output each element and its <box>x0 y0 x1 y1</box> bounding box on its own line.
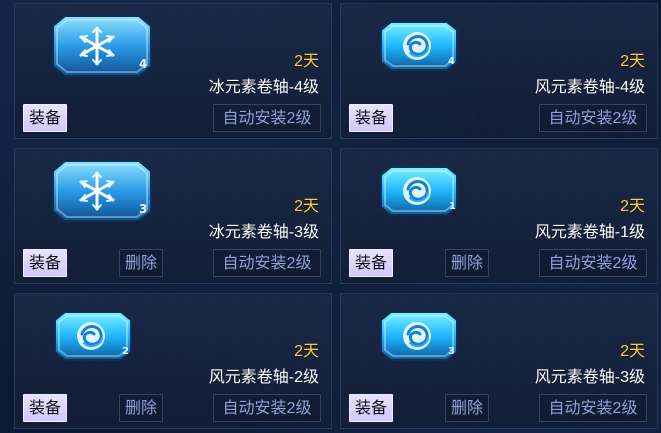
item-name: 风元素卷轴-2级 <box>208 369 319 386</box>
wind-scroll-icon: 4 <box>373 20 465 72</box>
ice-emblem-icon: 4 <box>52 15 152 77</box>
equip-button[interactable]: 装备 <box>23 104 67 132</box>
level-badge: 1 <box>449 201 456 212</box>
delete-button[interactable]: 删除 <box>445 394 489 422</box>
auto-install-button[interactable]: 自动安装2级 <box>539 104 647 132</box>
wind-emblem-icon: 4 <box>380 21 458 71</box>
auto-install-button[interactable]: 自动安装2级 <box>539 249 647 277</box>
level-badge: 3 <box>139 202 147 216</box>
ice-scroll-icon: 3 <box>43 159 161 223</box>
auto-install-button[interactable]: 自动安装2级 <box>213 394 321 422</box>
equip-button[interactable]: 装备 <box>349 104 393 132</box>
scroll-card-4: 1 2天 风元素卷轴-1级 装备 删除 自动安装2级 <box>340 148 658 284</box>
equip-button[interactable]: 装备 <box>349 394 393 422</box>
delete-button[interactable]: 删除 <box>119 394 163 422</box>
item-name: 风元素卷轴-3级 <box>534 369 645 386</box>
auto-install-button[interactable]: 自动安装2级 <box>539 394 647 422</box>
wind-emblem-icon: 1 <box>380 166 458 216</box>
duration-text: 2天 <box>620 53 645 70</box>
wind-emblem-icon: 2 <box>54 311 132 361</box>
equip-button[interactable]: 装备 <box>23 394 67 422</box>
auto-install-button[interactable]: 自动安装2级 <box>213 249 321 277</box>
scroll-card-5: 2 2天 风元素卷轴-2级 装备 删除 自动安装2级 <box>14 293 332 429</box>
scroll-card-1: 4 2天 冰元素卷轴-4级 装备 自动安装2级 <box>14 3 332 139</box>
scroll-card-3: 3 2天 冰元素卷轴-3级 装备 删除 自动安装2级 <box>14 148 332 284</box>
duration-text: 2天 <box>294 343 319 360</box>
equip-button[interactable]: 装备 <box>23 249 67 277</box>
auto-install-button[interactable]: 自动安装2级 <box>213 104 321 132</box>
wind-scroll-icon: 1 <box>373 165 465 217</box>
duration-text: 2天 <box>620 343 645 360</box>
item-name: 风元素卷轴-4级 <box>534 79 645 96</box>
level-badge: 4 <box>139 57 147 71</box>
delete-button[interactable]: 删除 <box>119 249 163 277</box>
duration-text: 2天 <box>294 198 319 215</box>
level-badge: 4 <box>448 56 455 67</box>
level-badge: 2 <box>122 346 129 357</box>
item-name: 风元素卷轴-1级 <box>534 224 645 241</box>
ice-scroll-icon: 4 <box>43 14 161 78</box>
duration-text: 2天 <box>294 53 319 70</box>
wind-scroll-icon: 3 <box>373 310 465 362</box>
wind-emblem-icon: 3 <box>380 311 458 361</box>
equip-button[interactable]: 装备 <box>349 249 393 277</box>
wind-scroll-icon: 2 <box>47 310 139 362</box>
level-badge: 3 <box>448 346 455 357</box>
ice-emblem-icon: 3 <box>52 160 152 222</box>
item-name: 冰元素卷轴-3级 <box>208 224 319 241</box>
duration-text: 2天 <box>620 198 645 215</box>
scroll-card-2: 4 2天 风元素卷轴-4级 装备 自动安装2级 <box>340 3 658 139</box>
item-name: 冰元素卷轴-4级 <box>208 79 319 96</box>
delete-button[interactable]: 删除 <box>445 249 489 277</box>
scroll-card-6: 3 2天 风元素卷轴-3级 装备 删除 自动安装2级 <box>340 293 658 429</box>
